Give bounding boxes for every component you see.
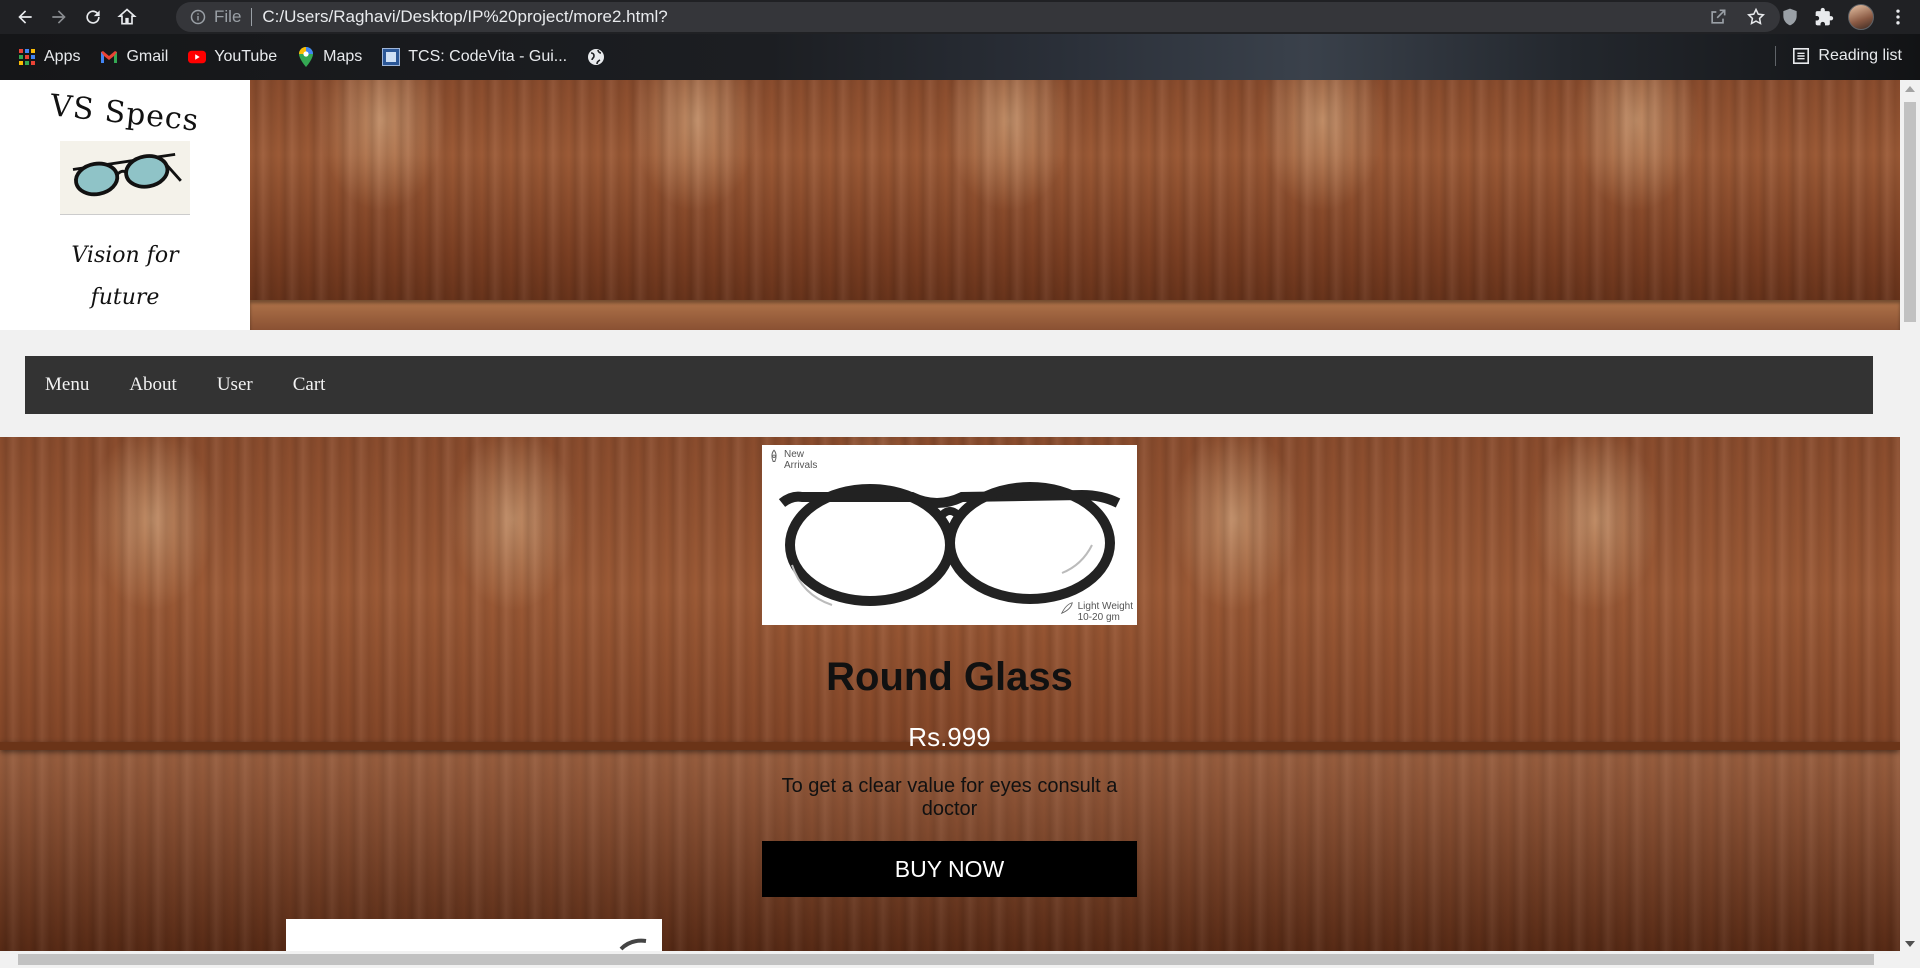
info-icon[interactable]	[190, 9, 206, 25]
nav-about[interactable]: About	[129, 374, 177, 396]
bookmark-apps[interactable]: Apps	[18, 48, 80, 66]
nav-menu[interactable]: Menu	[45, 374, 89, 396]
url-text[interactable]: C:/Users/Raghavi/Desktop/IP%20project/mo…	[262, 7, 667, 27]
back-icon[interactable]	[8, 0, 42, 34]
light-weight-badge: Light Weight 10-20 gm	[1060, 601, 1133, 623]
site-header: VS Specs Vision for future	[0, 80, 1900, 330]
forward-icon[interactable]	[42, 0, 76, 34]
product-description: To get a clear value for eyes consult a …	[781, 775, 1118, 820]
menu-icon[interactable]	[1888, 7, 1908, 27]
bookmark-maps[interactable]: Maps	[297, 47, 362, 67]
codevita-icon	[382, 48, 401, 66]
horizontal-scroll-thumb[interactable]	[18, 954, 1874, 965]
scroll-down-arrow-icon[interactable]	[1905, 941, 1915, 947]
browser-toolbar: File C:/Users/Raghavi/Desktop/IP%20proje…	[0, 0, 1920, 34]
bookmarks-bar: Apps Gmail YouTube Maps TCS: CodeVita - …	[0, 34, 1920, 80]
nav-user[interactable]: User	[217, 374, 253, 396]
product-card: New Arrivals Light Weight 10-20 gm Round…	[762, 445, 1137, 897]
site-logo[interactable]: VS Specs Vision for future	[0, 80, 250, 330]
main-nav: Menu About User Cart	[25, 356, 1873, 414]
tagline: Vision for future	[71, 243, 179, 310]
feather-icon	[1060, 602, 1073, 615]
apps-grid-icon	[18, 48, 36, 66]
profile-avatar[interactable]	[1848, 4, 1874, 30]
address-bar[interactable]: File C:/Users/Raghavi/Desktop/IP%20proje…	[176, 2, 1780, 32]
glasses-logo-image	[60, 141, 190, 215]
puzzle-icon[interactable]	[1814, 7, 1834, 27]
bookmark-globe[interactable]	[587, 48, 613, 66]
home-icon[interactable]	[110, 0, 144, 34]
product-section: New Arrivals Light Weight 10-20 gm Round…	[0, 437, 1900, 951]
round-glasses-graphic	[778, 482, 1121, 606]
reading-list-icon	[1793, 47, 1810, 65]
header-banner	[250, 80, 1900, 330]
brand-name: VS Specs	[48, 88, 202, 139]
maps-icon	[297, 47, 315, 67]
globe-icon	[587, 48, 605, 66]
page-viewport: VS Specs Vision for future Menu About Us…	[0, 80, 1900, 951]
bookmark-gmail[interactable]: Gmail	[100, 48, 168, 66]
next-product-card[interactable]	[286, 919, 662, 951]
vertical-scroll-thumb[interactable]	[1904, 102, 1916, 322]
url-scheme: File	[214, 7, 242, 26]
reload-icon[interactable]	[76, 0, 110, 34]
star-icon[interactable]	[1746, 7, 1766, 27]
reading-list[interactable]: Reading list	[1775, 46, 1902, 66]
bookmark-codevita[interactable]: TCS: CodeVita - Gui...	[382, 48, 567, 66]
scroll-up-arrow-icon[interactable]	[1905, 86, 1915, 92]
bookmark-youtube[interactable]: YouTube	[188, 48, 277, 66]
shield-icon[interactable]	[1780, 7, 1800, 27]
next-product-image	[619, 938, 647, 951]
gmail-icon	[100, 48, 118, 66]
share-icon[interactable]	[1708, 7, 1728, 27]
vertical-scrollbar[interactable]	[1900, 80, 1920, 951]
product-title: Round Glass	[826, 655, 1073, 699]
youtube-icon	[188, 48, 207, 66]
nav-cart[interactable]: Cart	[293, 374, 326, 396]
product-price: Rs.999	[908, 722, 991, 752]
buy-now-button[interactable]: BUY NOW	[762, 841, 1137, 897]
product-image[interactable]: New Arrivals Light Weight 10-20 gm	[762, 445, 1137, 625]
horizontal-scrollbar[interactable]	[0, 951, 1920, 968]
